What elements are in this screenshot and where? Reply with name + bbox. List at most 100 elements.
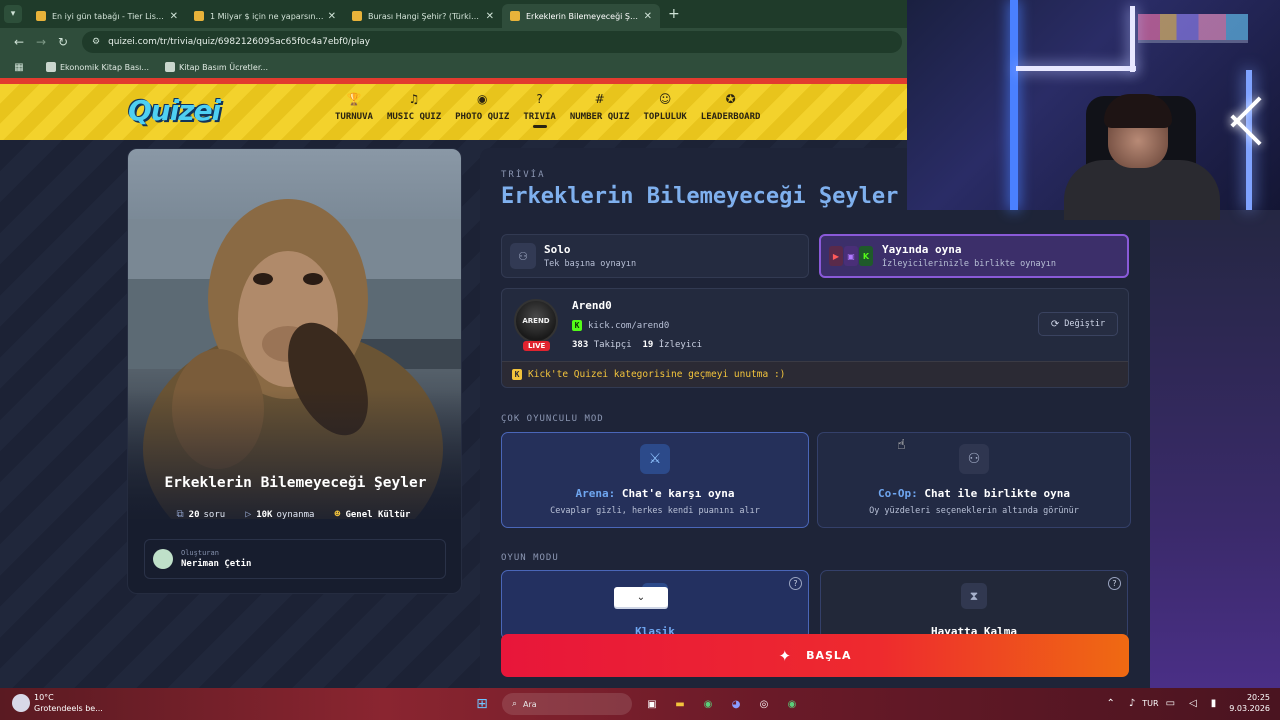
- classic-mode-card[interactable]: ◷ ⌄ ? Klasik: [501, 570, 809, 640]
- trophy-icon: 🏆: [346, 92, 362, 106]
- platform-icons: ▶ ▣ K: [829, 246, 874, 266]
- stream-title: Yayında oyna: [882, 243, 962, 256]
- microphone-icon[interactable]: ♪: [1129, 698, 1135, 709]
- nav-label: NUMBER QUIZ: [569, 112, 630, 122]
- creator-box[interactable]: Oluşturan Neriman Çetin: [144, 539, 446, 579]
- nav-music-quiz[interactable]: ♫ MUSIC QUIZ: [380, 90, 448, 128]
- crossed-swords-icon: ⚔: [640, 444, 670, 474]
- quiz-card: Erkeklerin Bilemeyeceği Şeyler ⧉ 20 soru…: [127, 148, 462, 594]
- taskbar-search[interactable]: ⌕ Ara: [502, 693, 632, 715]
- close-tab-icon[interactable]: ✕: [170, 11, 178, 22]
- chrome-icon[interactable]: ◉: [698, 694, 718, 714]
- browser-tab-3[interactable]: Burası Hangi Şehir? (Türkiye) - Q ✕: [344, 4, 502, 28]
- coop-mode-card[interactable]: ⚇ Co-Op: Chat ile birlikte oyna Oy yüzde…: [817, 432, 1131, 528]
- discord-icon[interactable]: ◕: [726, 694, 746, 714]
- panel-title: Erkeklerin Bilemeyeceği Şeyler: [501, 184, 899, 209]
- refresh-icon: ⟳: [1050, 318, 1060, 330]
- bookmark-2[interactable]: Kitap Basım Ücretler...: [165, 62, 268, 72]
- thinking-face-icon: ☻: [334, 509, 341, 520]
- coop-title-text: Chat ile birlikte oyna: [924, 487, 1071, 500]
- close-tab-icon[interactable]: ✕: [486, 11, 494, 22]
- streamer-link-text: kick.com/arend0: [588, 320, 670, 331]
- chevron-down-icon: ⌄: [636, 591, 646, 603]
- forward-arrow-icon[interactable]: →: [30, 35, 52, 49]
- arena-accent: Arena:: [575, 487, 616, 500]
- streamer-card: AREND LIVE Arend0 K kick.com/arend0 383 …: [501, 288, 1129, 388]
- medal-icon: ✪: [725, 92, 736, 106]
- site-info-icon[interactable]: ⚙: [92, 37, 100, 47]
- weather-widget[interactable]: 10°C Grotendeels be...: [12, 692, 103, 714]
- windows-start-icon[interactable]: ⊞: [472, 694, 492, 714]
- site-favicon-icon: [352, 11, 362, 21]
- survival-mode-card[interactable]: ⧗ ? Hayatta Kalma: [820, 570, 1128, 640]
- file-explorer-icon[interactable]: ▬: [670, 694, 690, 714]
- hourglass-icon: ⧗: [961, 583, 987, 609]
- start-button[interactable]: ✦ BAŞLA: [501, 634, 1129, 677]
- battery-icon[interactable]: ▮: [1211, 698, 1217, 709]
- streamer-link[interactable]: K kick.com/arend0: [572, 320, 669, 331]
- quiz-title: Erkeklerin Bilemeyeceği Şeyler: [164, 475, 427, 491]
- browser-tab-2[interactable]: 1 Milyar $ için ne yaparsın? - Ti ✕: [186, 4, 344, 28]
- nav-turnuva[interactable]: 🏆 TURNUVA: [328, 90, 380, 128]
- nav-topluluk[interactable]: ☺ TOPLULUK: [636, 90, 693, 128]
- arena-mode-card[interactable]: ⚔ Arena: Chat'e karşı oyna Cevaplar gizl…: [501, 432, 809, 528]
- date: 9.03.2026: [1229, 704, 1270, 713]
- right-gradient: [1150, 140, 1280, 688]
- streamer-name: Arend0: [572, 299, 612, 312]
- multiplayer-heading: ÇOK OYUNCULU MOD: [501, 414, 604, 424]
- url-input[interactable]: ⚙ quizei.com/tr/trivia/quiz/6982126095ac…: [82, 31, 902, 53]
- volume-icon[interactable]: ◁: [1189, 698, 1197, 709]
- nav-label: LEADERBOARD: [700, 112, 761, 122]
- play-icon: ▷: [245, 509, 252, 520]
- kick-icon: K: [859, 246, 873, 266]
- back-arrow-icon[interactable]: ←: [8, 35, 30, 49]
- tab-title: En iyi gün tabağı - Tier List, Kö: [52, 11, 166, 21]
- category: ☻ Genel Kültür: [334, 509, 414, 520]
- new-tab-plus-icon[interactable]: +: [668, 6, 680, 22]
- solo-mode-button[interactable]: ⚇ Solo Tek başına oynayın: [501, 234, 809, 278]
- chrome-profile-icon[interactable]: ◉: [782, 694, 802, 714]
- coop-accent: Co-Op:: [877, 487, 918, 500]
- neon-light-strip: [1016, 66, 1136, 71]
- language-indicator[interactable]: TUR: [1142, 699, 1158, 708]
- close-tab-icon[interactable]: ✕: [328, 11, 336, 22]
- taskbar-apps: ⊞ ⌕ Ara ▣ ▬ ◉ ◕ ◎ ◉: [468, 693, 806, 715]
- nav-photo-quiz[interactable]: ◉ PHOTO QUIZ: [448, 90, 516, 128]
- viewers-value: 19: [642, 340, 654, 350]
- stream-mode-button[interactable]: ▶ ▣ K Yayında oyna İzleyicilerinizle bir…: [819, 234, 1129, 278]
- play-count-value: 10K: [256, 509, 273, 520]
- tab-search-icon[interactable]: ▾: [4, 5, 22, 23]
- nav-label: MUSIC QUIZ: [386, 112, 442, 122]
- quizei-logo[interactable]: Quizei: [128, 94, 221, 127]
- cover-fade: [128, 389, 461, 529]
- browser-tab-4-active[interactable]: Erkeklerin Bilemeyeceği Şeyler ✕: [502, 4, 660, 28]
- expand-chevron-button[interactable]: ⌄: [614, 587, 668, 607]
- bookmark-favicon-icon: [165, 62, 175, 72]
- coop-subtitle: Oy yüzdeleri seçeneklerin altında görünü…: [869, 506, 1079, 516]
- obs-icon[interactable]: ◎: [754, 694, 774, 714]
- apps-grid-icon[interactable]: ▦: [8, 62, 30, 73]
- url-text: quizei.com/tr/trivia/quiz/6982126095ac65…: [108, 37, 371, 47]
- coop-title: Co-Op: Chat ile birlikte oyna: [818, 487, 1130, 500]
- nav-number-quiz[interactable]: # NUMBER QUIZ: [563, 90, 637, 128]
- task-view-icon[interactable]: ▣: [642, 694, 662, 714]
- network-icon[interactable]: ▭: [1166, 698, 1175, 709]
- tab-title: Erkeklerin Bilemeyeceği Şeyler: [526, 11, 640, 21]
- system-tray: ⌃ ♪ TUR ▭ ◁ ▮ 20:25 9.03.2026: [1100, 692, 1270, 714]
- reload-icon[interactable]: ↻: [52, 35, 74, 49]
- help-icon[interactable]: ?: [1108, 577, 1121, 590]
- browser-tab-1[interactable]: En iyi gün tabağı - Tier List, Kö ✕: [28, 4, 186, 28]
- nav-label: PHOTO QUIZ: [455, 112, 510, 122]
- start-label: BAŞLA: [806, 649, 852, 662]
- quiz-type-kicker: TRİVİA: [501, 170, 546, 180]
- close-tab-icon[interactable]: ✕: [644, 11, 652, 22]
- change-streamer-button[interactable]: ⟳ Değiştir: [1038, 312, 1118, 336]
- tray-chevron-up-icon[interactable]: ⌃: [1107, 698, 1115, 709]
- neon-light-strip: [1010, 0, 1018, 210]
- nav-trivia[interactable]: ? TRIVIA: [516, 90, 563, 128]
- windows-taskbar: 10°C Grotendeels be... ⊞ ⌕ Ara ▣ ▬ ◉ ◕ ◎…: [0, 688, 1280, 720]
- clock[interactable]: 20:25 9.03.2026: [1229, 692, 1270, 714]
- help-icon[interactable]: ?: [789, 577, 802, 590]
- bookmark-1[interactable]: Ekonomik Kitap Bası...: [46, 62, 149, 72]
- nav-leaderboard[interactable]: ✪ LEADERBOARD: [694, 90, 768, 128]
